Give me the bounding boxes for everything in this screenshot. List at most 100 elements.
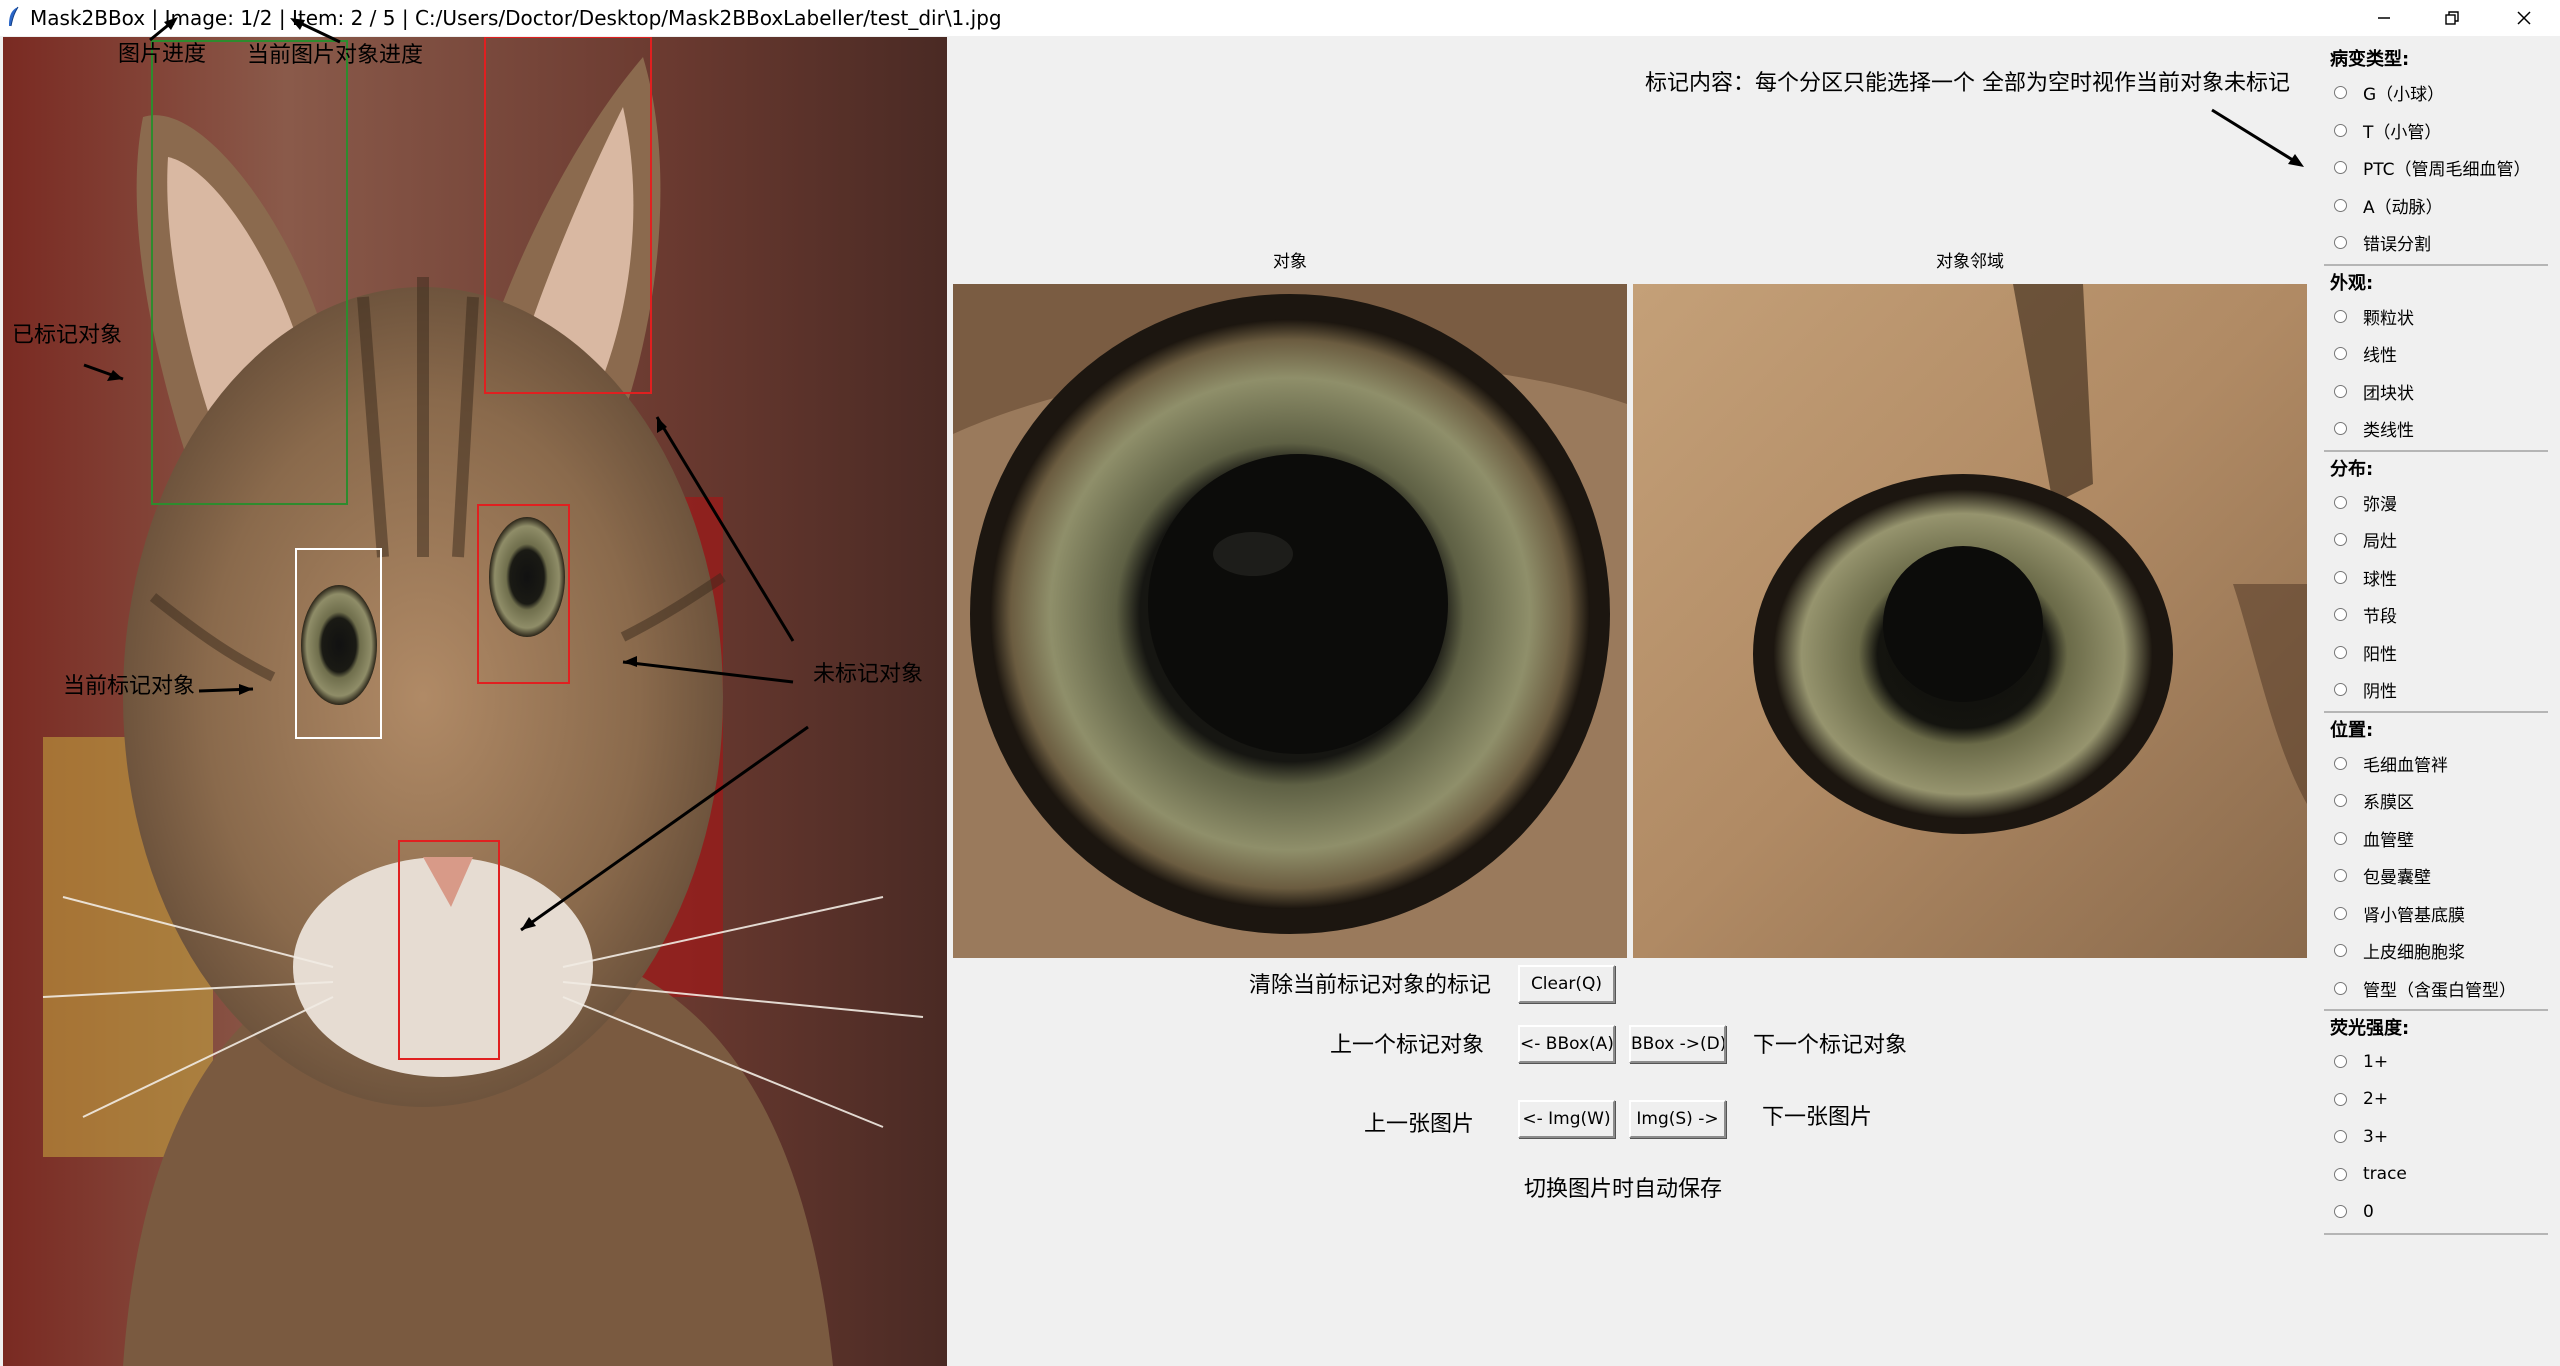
prev-image-description: 上一张图片 — [1364, 1112, 1475, 1137]
radio-option[interactable]: 颗粒状 — [2324, 298, 2548, 336]
main-image-canvas[interactable] — [3, 37, 947, 1366]
radio-option[interactable]: 线性 — [2324, 335, 2548, 373]
cat-photo — [3, 37, 947, 1366]
radio-button[interactable] — [2334, 756, 2347, 770]
radio-button[interactable] — [2334, 309, 2347, 323]
radio-option[interactable]: 管型（含蛋白管型） — [2324, 970, 2548, 1008]
close-icon — [2517, 11, 2531, 25]
restore-button[interactable] — [2424, 0, 2480, 36]
radio-button[interactable] — [2334, 384, 2347, 398]
radio-label: 3+ — [2363, 1126, 2389, 1147]
annotation-item-progress: 当前图片对象进度 — [247, 43, 424, 68]
radio-button[interactable] — [2334, 869, 2347, 883]
group-separator — [2324, 449, 2548, 452]
radio-button[interactable] — [2334, 347, 2347, 361]
radio-option[interactable]: 0 — [2324, 1193, 2548, 1231]
next-bbox-button[interactable]: BBox ->(D) — [1629, 1025, 1726, 1063]
radio-button[interactable] — [2334, 161, 2347, 175]
radio-option[interactable]: 节段 — [2324, 596, 2548, 634]
radio-option[interactable]: 阳性 — [2324, 634, 2548, 672]
group-title: 外观: — [2330, 272, 2374, 294]
radio-label: 节段 — [2363, 607, 2397, 628]
radio-option[interactable]: 类线性 — [2324, 410, 2548, 448]
prev-bbox-button[interactable]: <- BBox(A) — [1518, 1025, 1615, 1063]
prev-image-button[interactable]: <- Img(W) — [1518, 1100, 1615, 1138]
radio-option[interactable]: 1+ — [2324, 1043, 2548, 1081]
clear-button[interactable]: Clear(Q) — [1518, 965, 1615, 1003]
radio-option[interactable]: 毛细血管袢 — [2324, 745, 2548, 783]
group-separator — [2324, 1232, 2548, 1235]
radio-option[interactable]: 上皮细胞胞浆 — [2324, 932, 2548, 970]
radio-option[interactable]: 血管壁 — [2324, 820, 2548, 858]
radio-button[interactable] — [2334, 645, 2347, 659]
radio-button[interactable] — [2334, 123, 2347, 137]
minimize-button[interactable] — [2356, 0, 2412, 36]
annotation-current: 当前标记对象 — [63, 674, 196, 699]
radio-option[interactable]: 球性 — [2324, 559, 2548, 597]
next-image-button[interactable]: Img(S) -> — [1629, 1100, 1726, 1138]
radio-option[interactable]: 系膜区 — [2324, 782, 2548, 820]
radio-label: 系膜区 — [2363, 793, 2414, 814]
radio-button[interactable] — [2334, 1167, 2347, 1181]
radio-label: T（小管） — [2363, 122, 2442, 143]
radio-label: 血管壁 — [2363, 830, 2414, 851]
group-title: 荧光强度: — [2330, 1018, 2410, 1039]
radio-button[interactable] — [2334, 981, 2347, 995]
radio-option[interactable]: 2+ — [2324, 1081, 2548, 1119]
radio-option[interactable]: A（动脉） — [2324, 187, 2548, 225]
radio-button[interactable] — [2334, 1130, 2347, 1144]
radio-button[interactable] — [2334, 236, 2347, 250]
radio-label: 包曼囊壁 — [2363, 868, 2431, 889]
radio-button[interactable] — [2334, 495, 2347, 509]
radio-button[interactable] — [2334, 1092, 2347, 1106]
group-location: 位置: 毛细血管袢 系膜区 血管壁 包曼囊壁 肾小管基底膜 上皮细胞胞浆 管型（… — [2324, 717, 2548, 1011]
radio-button[interactable] — [2334, 608, 2347, 622]
radio-option[interactable]: T（小管） — [2324, 112, 2548, 150]
sidebar-annotation-arrow — [2211, 108, 2304, 167]
radio-option[interactable]: 包曼囊壁 — [2324, 857, 2548, 895]
radio-button[interactable] — [2334, 683, 2347, 697]
radio-button[interactable] — [2334, 198, 2347, 212]
radio-button[interactable] — [2334, 86, 2347, 100]
annotation-image-progress: 图片进度 — [118, 42, 207, 67]
neighborhood-preview-caption: 对象邻域 — [1936, 252, 2004, 272]
radio-label: 0 — [2363, 1201, 2374, 1222]
radio-button[interactable] — [2334, 570, 2347, 584]
radio-button[interactable] — [2334, 831, 2347, 845]
radio-button[interactable] — [2334, 533, 2347, 547]
radio-option[interactable]: 错误分割 — [2324, 224, 2548, 262]
radio-button[interactable] — [2334, 1055, 2347, 1069]
radio-option[interactable]: 弥漫 — [2324, 484, 2548, 522]
radio-option[interactable]: 阴性 — [2324, 671, 2548, 709]
close-button[interactable] — [2496, 0, 2552, 36]
clear-description: 清除当前标记对象的标记 — [1249, 973, 1492, 998]
radio-label: 阴性 — [2363, 682, 2397, 703]
radio-option[interactable]: G（小球） — [2324, 74, 2548, 112]
radio-option[interactable]: 局灶 — [2324, 521, 2548, 559]
radio-button[interactable] — [2334, 1205, 2347, 1219]
group-separator — [2324, 710, 2548, 713]
object-preview-caption: 对象 — [1273, 252, 1307, 272]
radio-label: 团块状 — [2363, 383, 2414, 404]
radio-label: 类线性 — [2363, 421, 2414, 442]
radio-button[interactable] — [2334, 906, 2347, 920]
radio-option[interactable]: PTC（管周毛细血管） — [2324, 149, 2548, 187]
radio-label: G（小球） — [2363, 85, 2445, 106]
radio-label: 颗粒状 — [2363, 308, 2414, 329]
radio-option[interactable]: 3+ — [2324, 1118, 2548, 1156]
radio-button[interactable] — [2334, 422, 2347, 436]
next-image-description: 下一张图片 — [1762, 1105, 1873, 1130]
autosave-note: 切换图片时自动保存 — [1524, 1177, 1723, 1202]
radio-option[interactable]: 团块状 — [2324, 373, 2548, 411]
radio-label: 球性 — [2363, 569, 2397, 590]
eye-closeup-image — [953, 284, 1627, 958]
group-fluorescence: 荧光强度: 1+ 2+ 3+ trace 0 — [2324, 1015, 2548, 1235]
group-title: 病变类型: — [2330, 49, 2410, 70]
radio-option[interactable]: trace — [2324, 1156, 2548, 1194]
radio-label: 2+ — [2363, 1089, 2389, 1110]
radio-button[interactable] — [2334, 794, 2347, 808]
radio-button[interactable] — [2334, 944, 2347, 958]
eye-neighborhood-image — [1633, 284, 2307, 958]
radio-option[interactable]: 肾小管基底膜 — [2324, 895, 2548, 933]
radio-label: trace — [2363, 1164, 2407, 1185]
